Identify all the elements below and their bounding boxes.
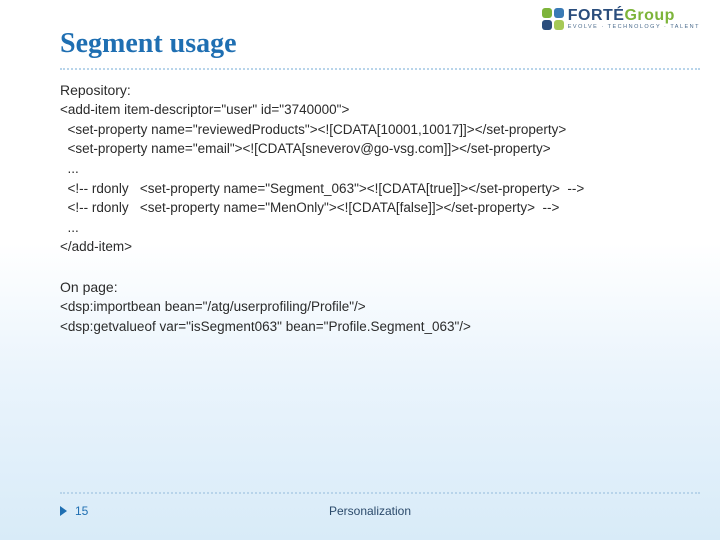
onpage-heading: On page: [60,277,680,297]
slide-footer: 15 Personalization [60,504,680,518]
logo-subtitle: EVOLVE · TECHNOLOGY · TALENT [568,25,700,31]
slide-content: Repository: <add-item item-descriptor="u… [60,80,680,337]
logo-text: FORTÉGroup EVOLVE · TECHNOLOGY · TALENT [568,8,700,31]
brand-logo: FORTÉGroup EVOLVE · TECHNOLOGY · TALENT [542,8,700,31]
footer-section-label: Personalization [329,504,411,518]
logo-main-a: FORTÉ [568,7,625,24]
page-number: 15 [75,504,88,518]
logo-main-b: Group [624,7,675,24]
repository-heading: Repository: [60,80,680,100]
onpage-code-block: <dsp:importbean bean="/atg/userprofiling… [60,297,680,336]
slide-title: Segment usage [60,28,237,60]
triangle-bullet-icon [60,506,67,516]
repository-code-block: <add-item item-descriptor="user" id="374… [60,100,680,257]
logo-mark-icon [542,8,564,30]
title-divider [60,68,700,70]
footer-divider [60,492,700,494]
